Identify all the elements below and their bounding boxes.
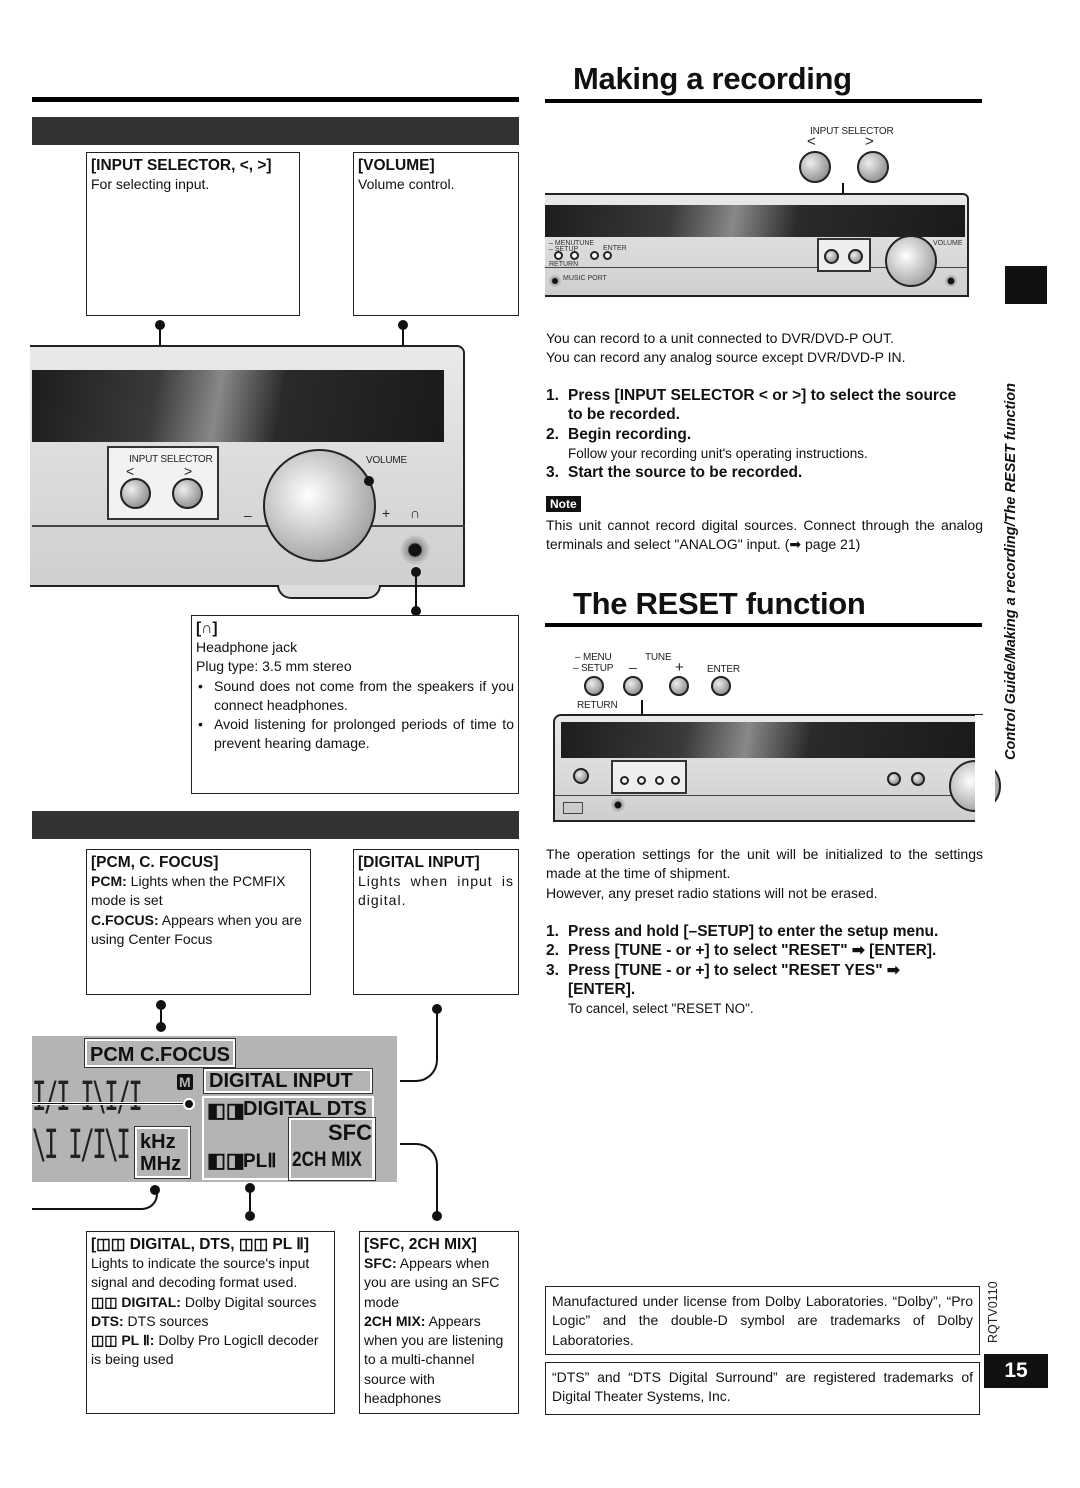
leader-dot	[150, 1185, 160, 1195]
recording-title-rule	[545, 99, 982, 103]
callout-title: [∩]	[196, 620, 218, 637]
volume-knob[interactable]	[885, 235, 937, 287]
callout-volume: [VOLUME] Volume control.	[353, 152, 519, 316]
note-badge: Note	[546, 496, 581, 512]
tune-minus-button[interactable]	[570, 251, 579, 260]
input-selector-right-button[interactable]	[172, 478, 203, 509]
display-window	[561, 722, 975, 758]
reset-intro: The operation settings for the unit will…	[546, 846, 983, 901]
callout-title: [◫◫ DIGITAL, DTS, ◫◫ PL Ⅱ]	[91, 1236, 310, 1253]
step-1: 1. Press [INPUT SELECTOR < or >] to selec…	[546, 387, 957, 424]
front-panel-display: PCM C.FOCUS I/I I\I/I \I I/I\I M DIGITAL…	[32, 1036, 397, 1182]
callout-digital-input: [DIGITAL INPUT] Lights when input is dig…	[353, 849, 519, 995]
leader-line-digital-input	[400, 1008, 438, 1082]
leader-line-khz	[32, 1190, 158, 1210]
receiver-front-closeup: INPUT SELECTOR < > VOLUME – + ∩	[30, 345, 467, 607]
pl2-indicator: PLⅡ	[243, 1151, 277, 1172]
music-port-jack	[611, 798, 625, 812]
sfc-indicator: SFC	[328, 1120, 372, 1145]
left-top-rule	[32, 97, 519, 102]
section-header-bar-display	[32, 811, 519, 839]
power-button[interactable]	[573, 768, 589, 784]
step-2: 2. Press [TUNE - or +] to select "RESET" …	[546, 942, 937, 960]
leader-dot	[364, 476, 374, 486]
note-text: This unit cannot record digital sources.…	[546, 517, 983, 553]
callout-title: [SFC, 2CH MIX]	[364, 1236, 477, 1253]
input-selector-panel	[817, 238, 871, 272]
tune-plus-button[interactable]	[590, 251, 599, 260]
pcm-cfocus-indicator: PCM C.FOCUS	[84, 1038, 236, 1068]
input-selector-panel: INPUT SELECTOR < >	[107, 446, 219, 520]
callout-sfc-2ch-mix: [SFC, 2CH MIX] SFC: Appears when you are…	[359, 1231, 519, 1414]
step-1: 1. Press and hold [–SETUP] to enter the s…	[546, 923, 939, 940]
callout-headphone-jack: [∩] Headphone jack Plug type: 3.5 mm ste…	[191, 615, 519, 794]
callout-title: [INPUT SELECTOR, <, >]	[91, 157, 272, 174]
input-selector-right-button-enlarged[interactable]	[857, 151, 889, 183]
callout-dolby-dts: [◫◫ DIGITAL, DTS, ◫◫ PL Ⅱ] Lights to ind…	[86, 1231, 335, 1414]
recording-intro: You can record to a unit connected to DV…	[546, 330, 906, 366]
dolby-trademark-notice: Manufactured under license from Dolby La…	[545, 1286, 980, 1355]
step-3: 3. Start the source to be recorded.	[546, 463, 803, 481]
tune-minus-button-enlarged[interactable]	[623, 676, 643, 696]
setup-panel	[611, 760, 687, 794]
frequency-unit-indicator: kHz MHz	[134, 1126, 191, 1179]
dolby-icon: ◧◨	[207, 1100, 245, 1122]
section-tab-marker	[1005, 266, 1047, 304]
section-header-bar-main-unit	[32, 117, 519, 145]
reset-steps: 1. Press and hold [–SETUP] to enter the s…	[546, 922, 986, 1018]
step-3: 3. Press [TUNE - or +] to select "RESET Y…	[546, 961, 900, 998]
callout-title: [VOLUME]	[358, 157, 435, 174]
segment-digits-row2: \I I/I\I	[32, 1122, 131, 1168]
2ch-mix-indicator: 2CH MIX	[292, 1148, 362, 1171]
dolby-icon: ◧◨	[207, 1150, 245, 1172]
enter-button-enlarged[interactable]	[711, 676, 731, 696]
headphone-jack[interactable]	[400, 535, 430, 565]
leader-line-m	[32, 1102, 184, 1105]
section-breadcrumb: Control Guide/Making a recording/The RES…	[1003, 382, 1019, 760]
receiver-foot	[277, 585, 381, 599]
headphone-icon: ∩	[410, 505, 420, 521]
callout-pcm-cfocus: [PCM, C. FOCUS] PCM: Lights when the PCM…	[86, 849, 311, 995]
step-2: 2. Begin recording.	[546, 425, 692, 443]
input-selector-left-button-enlarged[interactable]	[799, 151, 831, 183]
headphone-jack	[945, 275, 957, 287]
reset-title: The RESET function	[573, 586, 866, 621]
digital-input-indicator: DIGITAL INPUT	[203, 1068, 373, 1094]
reset-title-rule	[545, 623, 982, 627]
document-code: RQTV0110	[986, 1281, 1000, 1343]
leader-line-sfc	[400, 1143, 438, 1213]
recording-title: Making a recording	[573, 61, 852, 96]
enter-button[interactable]	[603, 251, 612, 260]
reset-illustration: – MENU – SETUP TUNE – + ENTER RETURN	[545, 650, 1001, 840]
bullet-item: • Avoid listening for prolonged periods o…	[198, 716, 514, 752]
recording-steps: 1. Press [INPUT SELECTOR < or >] to selec…	[546, 386, 966, 482]
callout-text: For selecting input.	[91, 176, 210, 192]
display-window	[32, 370, 444, 442]
bullet-item: • Sound does not come from the speakers i…	[198, 677, 514, 713]
segment-digits-row1: I/I I\I/I	[32, 1074, 143, 1120]
callout-title: [DIGITAL INPUT]	[358, 854, 480, 871]
setup-button-enlarged[interactable]	[584, 676, 604, 696]
leader-dot	[432, 1211, 442, 1221]
display-window	[545, 205, 965, 237]
volume-knob[interactable]	[263, 449, 376, 562]
music-port-jack	[549, 275, 561, 287]
m-icon: M	[177, 1074, 193, 1090]
leader-dot	[156, 1022, 166, 1032]
recording-illustration: INPUT SELECTOR < > – MENU – SETUP TUNE E…	[545, 125, 985, 305]
input-selector-left-button[interactable]	[120, 478, 151, 509]
page-number: 15	[984, 1354, 1048, 1388]
dts-trademark-notice: “DTS” and “DTS Digital Surround” are reg…	[545, 1362, 980, 1415]
leader-dot	[245, 1211, 255, 1221]
callout-input-selector: [INPUT SELECTOR, <, >] For selecting inp…	[86, 152, 300, 316]
callout-text: Volume control.	[358, 176, 455, 192]
setup-button[interactable]	[554, 251, 563, 260]
callout-title: [PCM, C. FOCUS]	[91, 854, 219, 871]
tune-plus-button-enlarged[interactable]	[669, 676, 689, 696]
